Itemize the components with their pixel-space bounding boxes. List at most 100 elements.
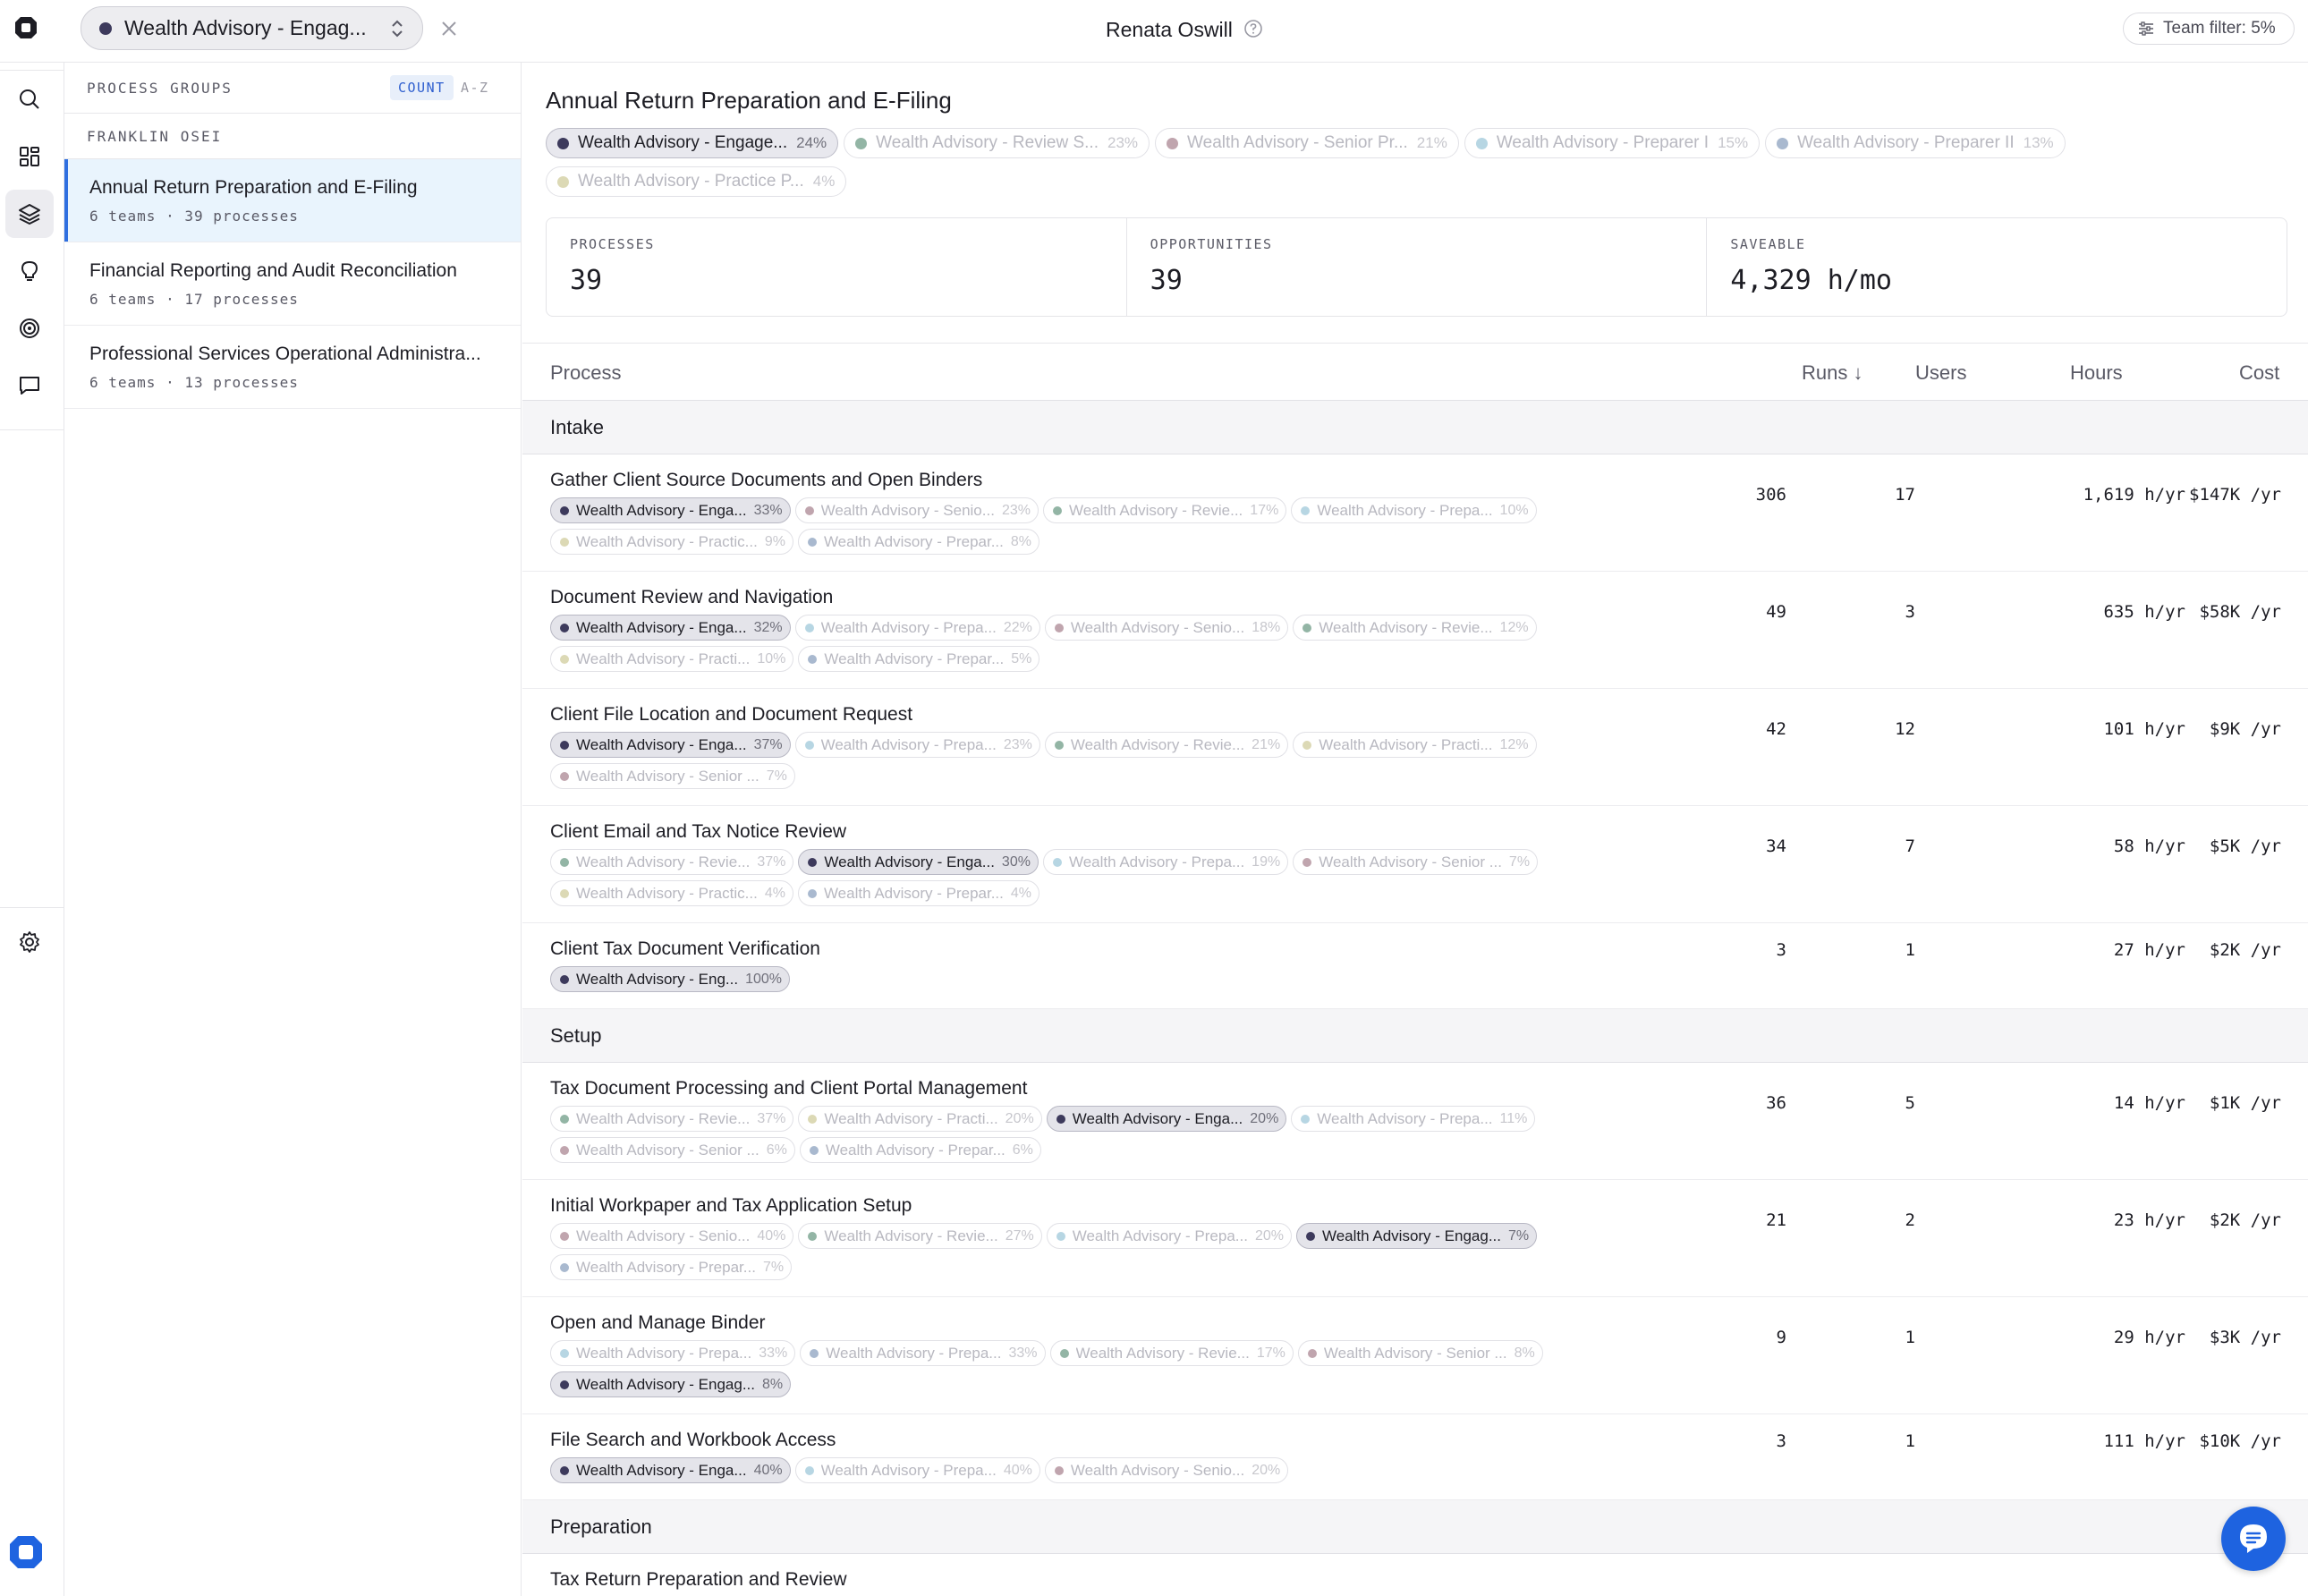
- team-share-chip[interactable]: Wealth Advisory - Prepa... 23%: [794, 732, 1040, 758]
- team-share-percent: 6%: [1012, 1142, 1033, 1158]
- table-row[interactable]: Client File Location and Document Reques…: [522, 689, 2308, 806]
- team-share-chip[interactable]: Wealth Advisory - Prepa... 33%: [800, 1340, 1046, 1366]
- sort-by-count-button[interactable]: COUNT: [390, 75, 454, 100]
- team-share-chip[interactable]: Wealth Advisory - Senior ... 7%: [550, 763, 795, 789]
- team-share-chip[interactable]: Wealth Advisory - Prepa... 33%: [550, 1340, 796, 1366]
- team-share-chip[interactable]: Wealth Advisory - Practi... 10%: [550, 646, 794, 672]
- team-chip[interactable]: Wealth Advisory - Senior Pr... 21%: [1155, 128, 1459, 158]
- table-row[interactable]: Client Email and Tax Notice Review Wealth…: [522, 806, 2308, 923]
- team-share-percent: 6%: [766, 1142, 787, 1158]
- team-share-name: Wealth Advisory - Prepar...: [825, 1141, 1006, 1159]
- team-share-chip[interactable]: Wealth Advisory - Prepar... 4%: [797, 880, 1039, 906]
- team-share-chip[interactable]: Wealth Advisory - Enga... 33%: [550, 497, 791, 523]
- team-share-chip[interactable]: Wealth Advisory - Enga... 40%: [550, 1457, 791, 1483]
- team-share-chip[interactable]: Wealth Advisory - Revie... 12%: [1293, 615, 1537, 641]
- team-share-chip[interactable]: Wealth Advisory - Senior ... 8%: [1297, 1340, 1543, 1366]
- process-table-body: Intake Gather Client Source Documents and…: [522, 401, 2308, 1596]
- team-share-chip[interactable]: Wealth Advisory - Senio... 40%: [550, 1223, 794, 1249]
- team-share-chip[interactable]: Wealth Advisory - Revie... 17%: [1042, 497, 1287, 523]
- messages-nav-button[interactable]: [5, 361, 54, 410]
- group-item[interactable]: Financial Reporting and Audit Reconcilia…: [64, 242, 521, 326]
- column-header-runs[interactable]: Runs ↓: [1802, 361, 1863, 385]
- search-nav-button[interactable]: [5, 75, 54, 123]
- team-share-chip[interactable]: Wealth Advisory - Practic... 4%: [550, 880, 793, 906]
- team-share-chip[interactable]: Wealth Advisory - Prepa... 22%: [794, 615, 1040, 641]
- team-chip[interactable]: Wealth Advisory - Preparer II 13%: [1765, 128, 2066, 158]
- team-share-chip[interactable]: Wealth Advisory - Practi... 12%: [1293, 732, 1537, 758]
- hours-value: 58 h/yr: [2113, 836, 2185, 856]
- team-chip[interactable]: Wealth Advisory - Engage... 24%: [546, 128, 839, 158]
- rail-divider: [0, 429, 64, 430]
- team-share-chip[interactable]: Wealth Advisory - Eng... 100%: [550, 966, 791, 992]
- team-share-chip[interactable]: Wealth Advisory - Prepa... 19%: [1042, 849, 1289, 875]
- cost-value: $58K /yr: [2199, 602, 2281, 622]
- group-item[interactable]: Professional Services Operational Admini…: [64, 326, 521, 409]
- settings-nav-button[interactable]: [5, 918, 54, 966]
- team-share-chip[interactable]: Wealth Advisory - Prepa... 11%: [1291, 1106, 1536, 1132]
- team-color-dot: [804, 505, 814, 515]
- users-value: 12: [1895, 719, 1915, 739]
- team-share-chip[interactable]: Wealth Advisory - Senior ... 7%: [1293, 849, 1539, 875]
- table-row[interactable]: Open and Manage Binder Wealth Advisory - …: [522, 1297, 2308, 1414]
- team-color-dot: [1052, 857, 1062, 867]
- team-share-chip[interactable]: Wealth Advisory - Prepa... 10%: [1291, 497, 1537, 523]
- team-share-chip[interactable]: Wealth Advisory - Revie... 17%: [1049, 1340, 1294, 1366]
- team-share-chip[interactable]: Wealth Advisory - Enga... 37%: [550, 732, 791, 758]
- table-row[interactable]: File Search and Workbook Access Wealth Ad…: [522, 1414, 2308, 1500]
- brand-icon[interactable]: [7, 1533, 45, 1571]
- team-share-chip[interactable]: Wealth Advisory - Revie... 37%: [550, 849, 794, 875]
- team-share-chip[interactable]: Wealth Advisory - Practic... 9%: [550, 529, 793, 555]
- team-filter-button[interactable]: Team filter: 5%: [2123, 13, 2295, 45]
- team-share-chip[interactable]: Wealth Advisory - Prepar... 5%: [798, 646, 1040, 672]
- dashboard-nav-button[interactable]: [5, 132, 54, 181]
- table-row[interactable]: Tax Return Preparation and Review: [522, 1554, 2308, 1596]
- team-share-chip[interactable]: Wealth Advisory - Senio... 23%: [794, 497, 1039, 523]
- team-chip[interactable]: Wealth Advisory - Preparer I 15%: [1464, 128, 1761, 158]
- team-share-chip[interactable]: Wealth Advisory - Revie... 21%: [1044, 732, 1289, 758]
- insights-nav-button[interactable]: [5, 247, 54, 295]
- team-share-chip[interactable]: Wealth Advisory - Prepar... 8%: [797, 529, 1039, 555]
- team-share-chip[interactable]: Wealth Advisory - Senio... 18%: [1044, 615, 1289, 641]
- team-share-chip[interactable]: Wealth Advisory - Prepa... 20%: [1046, 1223, 1292, 1249]
- team-share-chip[interactable]: Wealth Advisory - Senio... 20%: [1044, 1457, 1289, 1483]
- process-groups-nav-button[interactable]: [5, 190, 54, 238]
- table-row[interactable]: Gather Client Source Documents and Open …: [522, 454, 2308, 572]
- team-share-percent: 20%: [1005, 1110, 1034, 1126]
- team-share-chip[interactable]: Wealth Advisory - Enga... 30%: [798, 849, 1039, 875]
- team-share-chip[interactable]: Wealth Advisory - Enga... 20%: [1046, 1106, 1287, 1132]
- help-icon[interactable]: [1243, 19, 1263, 38]
- table-row[interactable]: Client Tax Document Verification Wealth A…: [522, 923, 2308, 1009]
- team-share-chip[interactable]: Wealth Advisory - Engag... 7%: [1295, 1223, 1538, 1249]
- targets-nav-button[interactable]: [5, 304, 54, 352]
- team-chip[interactable]: Wealth Advisory - Review S... 23%: [844, 128, 1150, 158]
- team-share-chip[interactable]: Wealth Advisory - Prepar... 6%: [799, 1137, 1041, 1163]
- table-row[interactable]: Tax Document Processing and Client Porta…: [522, 1063, 2308, 1180]
- group-meta: 6 teams · 39 processes: [89, 208, 299, 225]
- app-logo[interactable]: [13, 14, 39, 41]
- sort-alphabetical-button[interactable]: A-Z: [461, 75, 489, 100]
- group-item[interactable]: Annual Return Preparation and E-Filing 6…: [64, 159, 521, 242]
- team-share-chip[interactable]: Wealth Advisory - Prepa... 40%: [794, 1457, 1040, 1483]
- team-share-chip[interactable]: Wealth Advisory - Senior ... 6%: [550, 1137, 795, 1163]
- close-icon[interactable]: [438, 18, 460, 39]
- team-share-chip[interactable]: Wealth Advisory - Revie... 37%: [550, 1106, 794, 1132]
- stat-value: 39: [570, 265, 603, 296]
- team-share-chip[interactable]: Wealth Advisory - Revie... 27%: [798, 1223, 1042, 1249]
- runs-value: 3: [1776, 1431, 1786, 1451]
- table-row[interactable]: Initial Workpaper and Tax Application Se…: [522, 1180, 2308, 1297]
- team-share-name: Wealth Advisory - Senior ...: [576, 1141, 759, 1159]
- team-select-dropdown[interactable]: Wealth Advisory - Engag...: [81, 6, 423, 50]
- cost-value: $2K /yr: [2209, 940, 2281, 960]
- team-share-chip[interactable]: Wealth Advisory - Enga... 32%: [550, 615, 791, 641]
- team-chip[interactable]: Wealth Advisory - Practice P... 4%: [546, 166, 847, 197]
- team-share-name: Wealth Advisory - Prepar...: [824, 649, 1005, 667]
- team-share-chip[interactable]: Wealth Advisory - Prepar... 7%: [550, 1254, 793, 1280]
- column-header-users[interactable]: Users: [1915, 361, 1966, 385]
- table-row[interactable]: Document Review and Navigation Wealth Adv…: [522, 572, 2308, 689]
- team-share-chip[interactable]: Wealth Advisory - Practi... 20%: [798, 1106, 1042, 1132]
- column-header-process[interactable]: Process: [550, 361, 621, 385]
- column-header-hours[interactable]: Hours: [2070, 361, 2123, 385]
- chat-support-button[interactable]: [2221, 1507, 2286, 1571]
- column-header-cost[interactable]: Cost: [2239, 361, 2279, 385]
- team-share-chip[interactable]: Wealth Advisory - Engag... 8%: [550, 1371, 792, 1397]
